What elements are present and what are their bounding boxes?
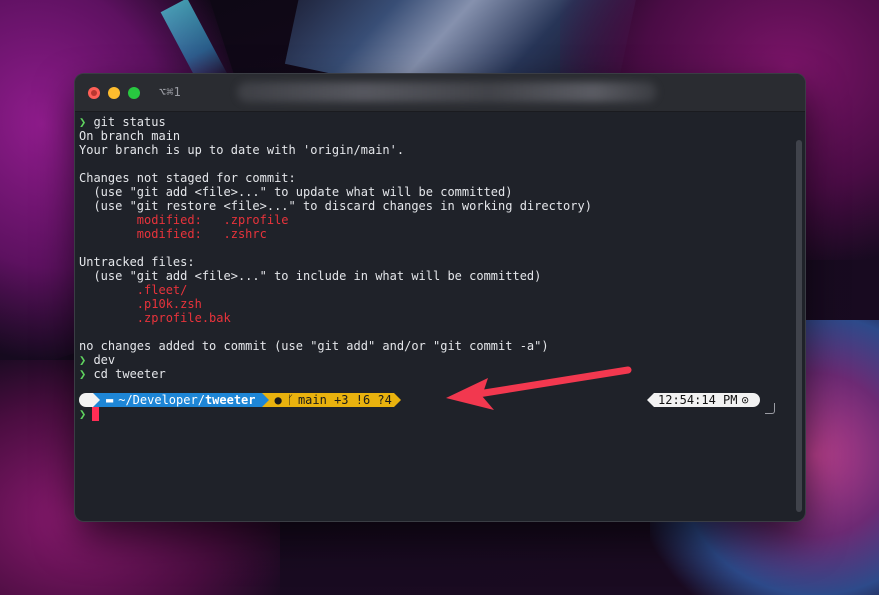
terminal-line-text: (use "git add <file>..." to include in w… xyxy=(79,269,542,283)
terminal-line: Untracked files: xyxy=(79,255,789,269)
directory-name: tweeter xyxy=(204,393,256,407)
terminal-line-text: dev xyxy=(93,353,116,367)
maximize-button[interactable] xyxy=(128,87,140,99)
terminal-line-text: On branch main xyxy=(79,129,181,143)
prompt-chevron-icon: ❯ xyxy=(79,353,94,367)
terminal-line-text: .zprofile.bak xyxy=(79,311,231,325)
minimize-button[interactable] xyxy=(108,87,120,99)
terminal-line: On branch main xyxy=(79,129,789,143)
clock-icon: ⊙ xyxy=(741,393,751,407)
prompt-chevron-icon: ❯ xyxy=(79,407,87,421)
github-icon: ● xyxy=(274,393,282,407)
terminal-line-text: git status xyxy=(93,115,166,129)
scrollbar[interactable] xyxy=(796,140,802,512)
git-status: main +3 !6 ?4 xyxy=(297,393,392,407)
terminal-line-text: Untracked files: xyxy=(79,255,195,269)
text-cursor xyxy=(92,407,100,421)
prompt-corner xyxy=(765,403,775,414)
terminal-window: ⌥⌘1 ❯ git status On branch main Your branc… xyxy=(75,74,805,521)
apple-icon xyxy=(79,393,93,407)
blurred-window-title xyxy=(237,82,657,102)
terminal-line: modified: .zprofile xyxy=(79,213,789,227)
directory-prefix: ~/Developer/ xyxy=(118,393,205,407)
terminal-line: Your branch is up to date with 'origin/m… xyxy=(79,143,789,157)
prompt-time: 12:54:14 PM xyxy=(654,393,742,407)
close-button[interactable] xyxy=(88,87,100,99)
terminal-output[interactable]: ❯ git status On branch main Your branch is… xyxy=(79,115,789,521)
git-segment: ● ᚴ main +3 !6 ?4 xyxy=(268,393,394,407)
time-segment: 12:54:14 PM ⊙ xyxy=(647,393,760,407)
terminal-line-text: no changes added to commit (use "git add… xyxy=(79,339,549,353)
directory-segment: ▬ ~/Developer/tweeter xyxy=(100,393,262,407)
powerline-prompt: ▬ ~/Developer/tweeter ● ᚴ main +3 !6 ?4 xyxy=(79,393,401,407)
terminal-line-text: .fleet/ xyxy=(79,283,188,297)
input-line[interactable]: ❯ xyxy=(79,407,100,421)
terminal-line: .zprofile.bak xyxy=(79,311,789,325)
terminal-line: ❯ dev xyxy=(79,353,789,367)
terminal-line-text: cd tweeter xyxy=(93,367,166,381)
prompt-chevron-icon: ❯ xyxy=(79,367,94,381)
terminal-line: .fleet/ xyxy=(79,283,789,297)
terminal-line: (use "git add <file>..." to update what … xyxy=(79,185,789,199)
terminal-line-text: (use "git add <file>..." to update what … xyxy=(79,185,513,199)
folder-icon: ▬ xyxy=(106,393,114,407)
terminal-line-text: Your branch is up to date with 'origin/m… xyxy=(79,143,405,157)
branch-icon: ᚴ xyxy=(286,393,294,407)
terminal-line: Changes not staged for commit: xyxy=(79,171,789,185)
terminal-line: (use "git add <file>..." to include in w… xyxy=(79,269,789,283)
terminal-line-text: .p10k.zsh xyxy=(79,297,202,311)
prompt-chevron-icon: ❯ xyxy=(79,115,94,129)
window-shortcut-label: ⌥⌘1 xyxy=(159,85,181,99)
terminal-line-text: Changes not staged for commit: xyxy=(79,171,296,185)
terminal-line-text: modified: .zshrc xyxy=(79,227,267,241)
terminal-line: ❯ git status xyxy=(79,115,789,129)
terminal-line: (use "git restore <file>..." to discard … xyxy=(79,199,789,213)
terminal-line: modified: .zshrc xyxy=(79,227,789,241)
terminal-line: no changes added to commit (use "git add… xyxy=(79,339,789,353)
title-bar[interactable]: ⌥⌘1 xyxy=(75,74,805,112)
terminal-line: ❯ cd tweeter xyxy=(79,367,789,381)
terminal-line-text: modified: .zprofile xyxy=(79,213,289,227)
terminal-line: .p10k.zsh xyxy=(79,297,789,311)
terminal-line-text: (use "git restore <file>..." to discard … xyxy=(79,199,592,213)
